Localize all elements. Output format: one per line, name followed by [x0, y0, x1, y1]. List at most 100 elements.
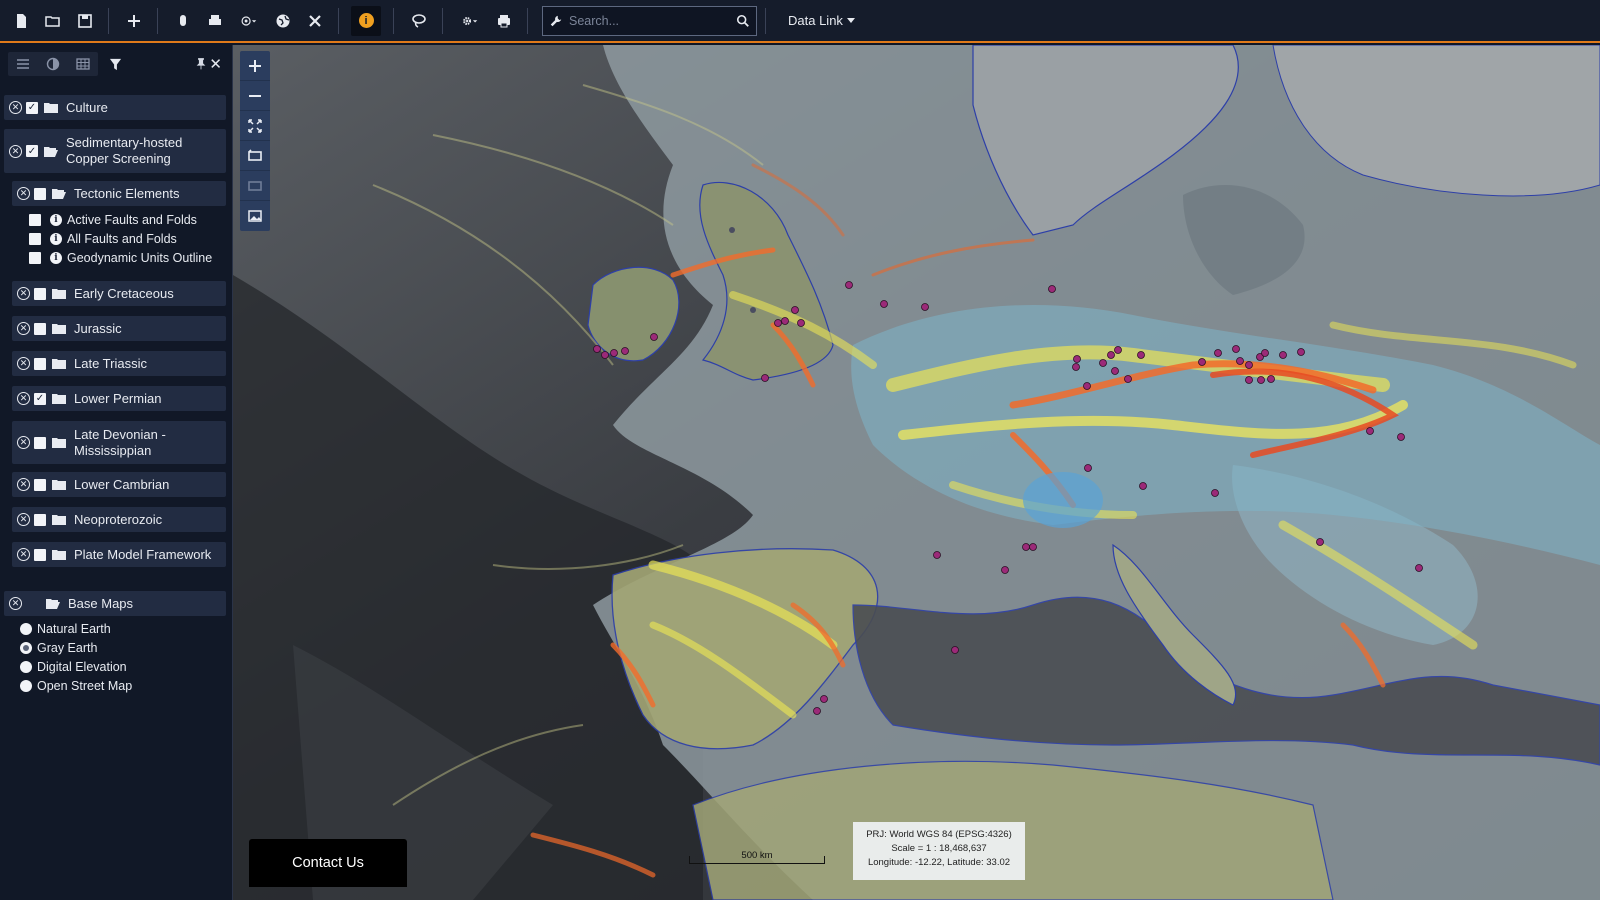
sublayer-checkbox[interactable]: [29, 232, 41, 245]
info-icon[interactable]: i: [50, 213, 62, 226]
scale-bar: 500 km: [689, 850, 825, 866]
basemap-option-open-street-map[interactable]: Open Street Map: [20, 677, 132, 695]
layer-checkbox[interactable]: [34, 287, 46, 300]
layer-row-late-devonian[interactable]: ✕ Late Devonian - Mississippian: [12, 421, 226, 464]
basemap-option-gray-earth[interactable]: Gray Earth: [20, 639, 97, 657]
wrench-icon[interactable]: [543, 14, 569, 28]
remove-layer-icon[interactable]: ✕: [9, 597, 22, 610]
lasso-icon[interactable]: [404, 6, 434, 36]
toolbar-divider: [108, 7, 109, 34]
layer-row-lower-permian[interactable]: ✕ ✓ Lower Permian: [12, 386, 226, 411]
remove-layer-icon[interactable]: ✕: [17, 187, 30, 200]
layer-label: Lower Cambrian: [74, 476, 170, 492]
search-box[interactable]: [542, 5, 757, 36]
layer-row-jurassic[interactable]: ✕ Jurassic: [12, 316, 226, 341]
remove-layer-icon[interactable]: ✕: [17, 357, 30, 370]
layer-row-early-cretaceous[interactable]: ✕ Early Cretaceous: [12, 281, 226, 306]
previous-extent-icon[interactable]: [240, 141, 270, 171]
print-icon[interactable]: [200, 6, 230, 36]
layer-checkbox[interactable]: ✓: [26, 145, 38, 157]
layer-row-copper-screening[interactable]: ✕ ✓ Sedimentary-hosted Copper Screening: [4, 129, 226, 173]
layer-label: Lower Permian: [74, 390, 162, 406]
target-icon[interactable]: [232, 6, 266, 36]
basemap-option-digital-elevation[interactable]: Digital Elevation: [20, 658, 127, 676]
map-canvas[interactable]: [233, 45, 1600, 900]
layer-row-lower-cambrian[interactable]: ✕ Lower Cambrian: [12, 472, 226, 497]
layer-checkbox[interactable]: ✓: [34, 392, 46, 405]
layer-checkbox[interactable]: [34, 548, 46, 561]
toolbar-divider: [338, 7, 339, 34]
sublayer-checkbox[interactable]: [29, 213, 41, 226]
layer-row-culture[interactable]: ✕ ✓ Culture: [4, 95, 226, 120]
remove-layer-icon[interactable]: ✕: [9, 101, 22, 114]
remove-layer-icon[interactable]: ✕: [17, 392, 30, 405]
remove-layer-icon[interactable]: ✕: [17, 322, 30, 335]
folder-icon: [52, 479, 66, 490]
layer-row-plate-model[interactable]: ✕ Plate Model Framework: [12, 542, 226, 567]
zoom-in-icon[interactable]: [240, 51, 270, 81]
remove-layer-icon[interactable]: ✕: [17, 513, 30, 526]
layer-checkbox[interactable]: [34, 322, 46, 335]
save-icon[interactable]: [70, 6, 100, 36]
radio-button[interactable]: [20, 642, 32, 654]
filter-icon[interactable]: [104, 58, 126, 71]
layer-checkbox[interactable]: [34, 513, 46, 526]
printer-icon[interactable]: [489, 6, 519, 36]
projection-info: PRJ: World WGS 84 (EPSG:4326) Scale = 1 …: [853, 822, 1025, 880]
map-view[interactable]: Contact Us 500 km PRJ: World WGS 84 (EPS…: [233, 45, 1600, 900]
pin-icon[interactable]: [196, 57, 206, 75]
sublayer-checkbox[interactable]: [29, 251, 41, 264]
contrast-icon[interactable]: [38, 52, 68, 76]
sublayer-all-faults[interactable]: i All Faults and Folds: [29, 229, 177, 248]
layer-checkbox[interactable]: [34, 478, 46, 491]
basemap-option-natural-earth[interactable]: Natural Earth: [20, 620, 111, 638]
coordinates-line: Longitude: -12.22, Latitude: 33.02: [867, 857, 1011, 868]
list-view-icon[interactable]: [8, 52, 38, 76]
search-input[interactable]: [569, 7, 730, 34]
globe-icon[interactable]: [268, 6, 298, 36]
remove-layer-icon[interactable]: ✕: [9, 144, 22, 158]
zoom-out-icon[interactable]: [240, 81, 270, 111]
layer-checkbox[interactable]: [34, 357, 46, 370]
image-export-icon[interactable]: [240, 201, 270, 231]
remove-layer-icon[interactable]: ✕: [17, 548, 30, 561]
base-maps-header[interactable]: ✕ Base Maps: [4, 591, 226, 616]
tools-icon[interactable]: [300, 6, 330, 36]
basemap-label: Open Street Map: [37, 679, 133, 693]
add-icon[interactable]: [119, 6, 149, 36]
layer-row-neoproterozoic[interactable]: ✕ Neoproterozoic: [12, 507, 226, 532]
layer-checkbox[interactable]: ✓: [26, 101, 38, 114]
map-zoom-controls: [240, 51, 270, 231]
layer-checkbox[interactable]: [34, 187, 46, 200]
full-extent-icon[interactable]: [240, 111, 270, 141]
gear-icon[interactable]: [453, 6, 487, 36]
info-icon[interactable]: i: [50, 251, 62, 264]
toolbar-divider: [157, 7, 158, 34]
radio-button[interactable]: [20, 623, 32, 635]
close-panel-icon[interactable]: ✕: [209, 55, 222, 73]
contact-us-button[interactable]: Contact Us: [249, 839, 407, 887]
mouse-icon[interactable]: [168, 6, 198, 36]
sublayer-geodynamic-units[interactable]: i Geodynamic Units Outline: [29, 248, 212, 267]
layer-row-late-triassic[interactable]: ✕ Late Triassic: [12, 351, 226, 376]
folder-open-icon: [52, 188, 66, 199]
remove-layer-icon[interactable]: ✕: [17, 436, 30, 449]
radio-button[interactable]: [20, 661, 32, 673]
remove-layer-icon[interactable]: ✕: [17, 287, 30, 300]
radio-button[interactable]: [20, 680, 32, 692]
new-file-icon[interactable]: [6, 6, 36, 36]
info-icon[interactable]: i: [351, 5, 381, 36]
layer-label: Jurassic: [74, 320, 122, 336]
panel-tabs: ✕: [0, 45, 232, 83]
data-link-menu[interactable]: Data Link: [788, 13, 855, 28]
layer-checkbox[interactable]: [34, 436, 46, 449]
layer-row-tectonic-elements[interactable]: ✕ Tectonic Elements: [12, 181, 226, 206]
sublayer-active-faults[interactable]: i Active Faults and Folds: [29, 210, 197, 229]
layer-label: Sedimentary-hosted Copper Screening: [66, 135, 183, 166]
info-icon[interactable]: i: [50, 232, 62, 245]
search-icon[interactable]: [730, 14, 756, 28]
open-folder-icon[interactable]: [38, 6, 68, 36]
table-icon[interactable]: [68, 52, 98, 76]
next-extent-icon[interactable]: [240, 171, 270, 201]
remove-layer-icon[interactable]: ✕: [17, 478, 30, 491]
